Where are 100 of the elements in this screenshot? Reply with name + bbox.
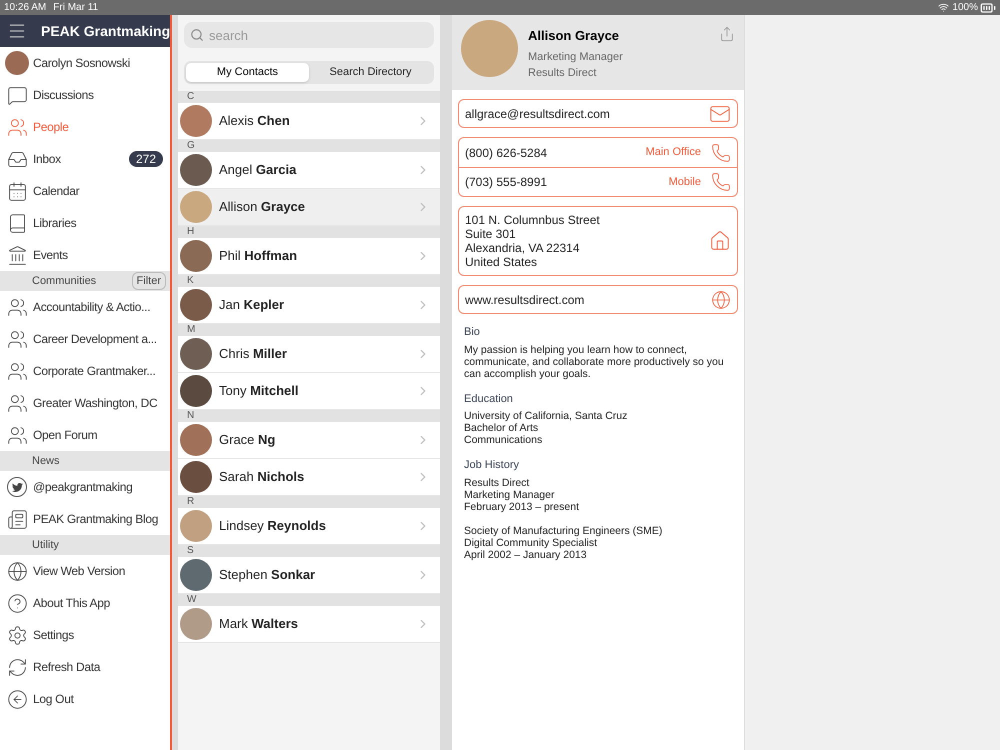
address-line: United States [465,255,538,269]
website-card[interactable]: www.resultsdirect.com [458,285,738,314]
nav-item[interactable]: Open Forum [0,419,170,451]
bird-icon [7,477,27,497]
nav-item[interactable]: Career Development a... [0,323,170,355]
contact-row[interactable]: Lindsey Reynolds [178,508,440,545]
group-icon [6,360,28,382]
phone-icon [711,142,731,162]
contact-row[interactable]: Allison Grayce [178,189,440,226]
nav-item[interactable]: Settings [0,619,170,651]
address-card[interactable]: 101 N. Columnbus Street Suite 301 Alexandria, VA 22314 United States [458,206,738,276]
address-line: Alexandria, VA 22314 [465,241,581,255]
detail-text: Communications [464,434,544,446]
avatar [180,510,212,542]
group-icon [6,424,28,446]
globe-icon [6,560,28,582]
wifi-icon [938,2,950,13]
nav-item[interactable]: Calendar [0,175,170,207]
nav-item[interactable]: Discussions [0,79,170,111]
avatar [180,461,212,493]
avatar [180,338,212,370]
help-icon [6,592,28,614]
avatar [180,154,212,186]
phone-number: (800) 626-5284 [465,144,548,162]
letter-header: S [178,545,440,557]
segment-tab[interactable]: My Contacts [186,63,309,82]
nav-item[interactable]: Events [0,239,170,271]
contact-row[interactable]: Angel Garcia [178,152,440,189]
house-icon [709,230,731,252]
contact-row[interactable]: Chris Miller [178,336,440,373]
phone-label: Mobile [668,174,701,190]
calendar-icon [6,180,28,202]
section-title: News [32,454,61,469]
status-date: Fri Mar 11 [53,1,98,15]
section-title: Utility [32,538,60,553]
letter-header: W [178,594,440,606]
contact-row[interactable]: Phil Hoffman [178,238,440,275]
phone-number: (703) 555-8991 [465,174,548,191]
detail-text: February 2013 – present [464,500,580,512]
nav-item[interactable]: PEAK Grantmaking Blog [0,503,170,535]
search-field[interactable]: search [184,22,434,48]
contact-row[interactable]: Stephen Sonkar [178,557,440,594]
section-title: Communities [32,274,98,289]
segment-tab[interactable]: Search Directory [309,63,432,82]
letter-header: C [178,91,440,103]
avatar [5,51,29,75]
letter-header: K [178,275,440,287]
nav-item[interactable]: About This App [0,587,170,619]
nav-item[interactable]: View Web Version [0,555,170,587]
website-url: www.resultsdirect.com [465,292,586,308]
section-heading: Job History [464,458,520,473]
avatar [180,105,212,137]
contact-row[interactable]: Mark Walters [178,606,440,643]
letter-header: H [178,226,440,238]
avatar [180,289,212,321]
phone-row[interactable]: (800) 626-5284 Main Office [459,138,737,167]
detail-text: Marketing Manager [464,488,556,500]
nav-item[interactable]: Accountability & Actio... [0,291,170,323]
search-icon [190,28,204,42]
detail-text: My passion is helping you learn how to connect, communicate, and collaborate more productively so you can accomplish your goals. [464,344,725,380]
nav-item[interactable]: Corporate Grantmaker... [0,355,170,387]
newspaper-icon [6,508,28,530]
avatar [180,375,212,407]
contact-row[interactable]: Alexis Chen [178,103,440,140]
email-card[interactable]: allgrace@resultsdirect.com [458,99,738,128]
avatar [180,424,212,456]
detail-text: Bachelor of Arts [464,422,540,434]
contact-row[interactable]: Jan Kepler [178,287,440,324]
section-heading: Bio [464,325,481,340]
address-line: 101 N. Columnbus Street [465,213,601,227]
nav-item[interactable]: @peakgrantmaking [0,471,170,503]
section-heading: Education [464,392,514,406]
nav-item[interactable]: Log Out [0,683,170,715]
phone-row[interactable]: (703) 555-8991 Mobile [459,167,737,196]
nav-item[interactable]: Libraries [0,207,170,239]
battery-percent: 100% [952,1,978,15]
nav-item[interactable]: Inbox 272 [0,143,170,175]
detail-text: Digital Community Specialist [464,536,598,548]
group-icon [6,392,28,414]
profile-name: Allison Grayce [528,27,620,45]
count-badge: 272 [128,151,163,167]
nav-item[interactable]: Carolyn Sosnowski [0,47,170,79]
avatar [180,559,212,591]
app-title: PEAK Grantmaking [41,22,170,41]
nav-item[interactable]: Greater Washington, DC [0,387,170,419]
contact-row[interactable]: Tony Mitchell [178,373,440,410]
building-columns-icon [6,244,28,266]
nav-item[interactable]: Refresh Data [0,651,170,683]
detail-text: Results Direct [464,476,530,488]
detail-text: Society of Manufacturing Engineers (SME) [464,524,664,536]
contact-row[interactable]: Grace Ng [178,422,440,459]
contact-row[interactable]: Sarah Nichols [178,459,440,496]
avatar [180,240,212,272]
filter-button[interactable]: Filter [132,272,166,290]
letter-header: G [178,140,440,152]
letter-header: N [178,410,440,422]
speech-bubble-icon [6,84,28,106]
status-time: 10:26 AM [4,1,46,15]
globe-icon [711,290,731,310]
group-icon [6,328,28,350]
